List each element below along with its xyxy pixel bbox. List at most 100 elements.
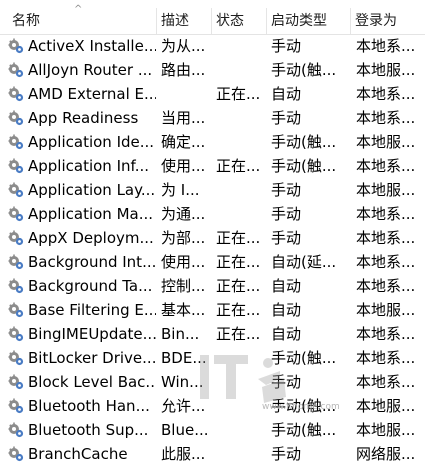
service-log-on-as: 本地系... [356,109,416,127]
service-log-on-as: 本地服... [356,397,416,415]
service-log-on-as: 本地服... [356,421,416,439]
service-row[interactable]: Bluetooth Han... 允许... 手动(触... 本地服... [0,394,425,418]
service-row[interactable]: Bluetooth Sup... Blue... 手动(触... 本地服... [0,418,425,442]
service-description: 当用... [161,109,206,127]
service-description: 为 I... [161,181,200,199]
service-log-on-as: 本地系... [356,157,416,175]
service-row[interactable]: Block Level Bac... Win... 手动 本地系... [0,370,425,394]
service-description: 控制... [161,277,206,295]
service-description: 使用... [161,157,206,175]
service-startup-type: 手动(触... [271,133,337,151]
service-name: App Readiness [28,109,139,127]
service-name: Block Level Bac... [28,373,156,391]
service-name: AppX Deploym... [28,229,154,247]
service-startup-type: 手动(触... [271,157,337,175]
service-name: Application Lay... [28,181,156,199]
service-startup-type: 手动(触... [271,61,337,79]
service-gear-icon [8,326,24,342]
service-startup-type: 自动 [271,325,302,343]
service-gear-icon [8,254,24,270]
column-header-description[interactable]: 描述 [157,0,210,34]
service-row[interactable]: Background Ta... 控制... 正在... 自动 本地系... [0,274,425,298]
service-status [216,58,266,82]
service-row[interactable]: Background Int... 使用... 正在... 自动(延... 本地系... [0,250,425,274]
service-log-on-as: 本地系... [356,37,416,55]
service-row[interactable]: AllJoyn Router ... 路由... 手动(触... 本地服... [0,58,425,82]
service-row[interactable]: Application Ma... 为通... 手动 本地系... [0,202,425,226]
service-gear-icon [8,110,24,126]
service-startup-type: 自动 [271,277,302,295]
service-status [216,370,266,394]
service-status [216,442,266,466]
service-name: BranchCache [28,445,128,463]
service-gear-icon [8,374,24,390]
service-row[interactable]: BingIMEUpdate... Bin... 正在... 自动 本地系... [0,322,425,346]
service-description [161,82,211,106]
service-description: Win... [161,373,204,391]
service-row[interactable]: Application Lay... 为 I... 手动 本地服... [0,178,425,202]
service-name: Bluetooth Han... [28,397,150,415]
service-row[interactable]: BranchCache 此服... 手动 网络服... [0,442,425,466]
service-status: 正在... [216,229,261,247]
service-row[interactable]: ActiveX Installe... 为从... 手动 本地系... [0,34,425,58]
service-status [216,394,266,418]
service-log-on-as: 本地系... [356,229,416,247]
service-status: 正在... [216,301,261,319]
service-description: 路由... [161,61,206,79]
service-status [216,178,266,202]
service-description: 使用... [161,253,206,271]
service-status [216,106,266,130]
service-row[interactable]: Application Inf... 使用... 正在... 手动(触... 本地系..… [0,154,425,178]
service-gear-icon [8,134,24,150]
service-log-on-as: 本地系... [356,253,416,271]
service-gear-icon [8,278,24,294]
column-header-startup-type[interactable]: 启动类型 [267,0,349,34]
service-name: BingIMEUpdate... [28,325,156,343]
service-log-on-as: 本地系... [356,85,416,103]
service-row[interactable]: Base Filtering E... 基本... 正在... 自动 本地服... [0,298,425,322]
service-gear-icon [8,86,24,102]
service-name: BitLocker Drive... [28,349,156,367]
service-log-on-as: 本地系... [356,373,416,391]
service-gear-icon [8,422,24,438]
service-description: BDE... [161,349,207,367]
service-startup-type: 手动 [271,181,302,199]
service-gear-icon [8,230,24,246]
service-gear-icon [8,158,24,174]
sort-up-arrow-icon: ^ [74,4,83,15]
service-gear-icon [8,182,24,198]
service-name: Background Ta... [28,277,153,295]
service-description: 基本... [161,301,206,319]
service-startup-type: 手动 [271,205,302,223]
service-status [216,418,266,442]
service-status [216,130,266,154]
service-log-on-as: 网络服... [356,445,416,463]
service-log-on-as: 本地系... [356,205,416,223]
services-list: 名称 ^ 描述 状态 启动类型 登录为 ActiveX Installe... 为… [0,0,425,468]
column-header-log-on-as[interactable]: 登录为 [351,0,425,34]
service-row[interactable]: AppX Deploym... 为部... 正在... 手动 本地系... [0,226,425,250]
service-status: 正在... [216,85,261,103]
service-description: 此服... [161,445,206,463]
service-row[interactable]: AMD External E... 正在... 自动 本地系... [0,82,425,106]
service-gear-icon [8,206,24,222]
service-status: 正在... [216,157,261,175]
service-startup-type: 自动 [271,85,302,103]
service-description: 为通... [161,205,206,223]
service-startup-type: 手动 [271,37,302,55]
service-log-on-as: 本地服... [356,133,416,151]
service-gear-icon [8,446,24,462]
service-name: AllJoyn Router ... [28,61,153,79]
service-row[interactable]: BitLocker Drive... BDE... 手动(触... 本地系... [0,346,425,370]
service-gear-icon [8,62,24,78]
column-header-status[interactable]: 状态 [212,0,265,34]
service-status: 正在... [216,277,261,295]
service-row[interactable]: Application Ide... 确定... 手动(触... 本地服... [0,130,425,154]
column-header-bar: 名称 ^ 描述 状态 启动类型 登录为 [0,0,425,35]
service-startup-type: 手动 [271,229,302,247]
service-name: Application Inf... [28,157,150,175]
service-row[interactable]: App Readiness 当用... 手动 本地系... [0,106,425,130]
service-description: Blue... [161,421,209,439]
service-name: Bluetooth Sup... [28,421,149,439]
service-startup-type: 手动 [271,373,302,391]
